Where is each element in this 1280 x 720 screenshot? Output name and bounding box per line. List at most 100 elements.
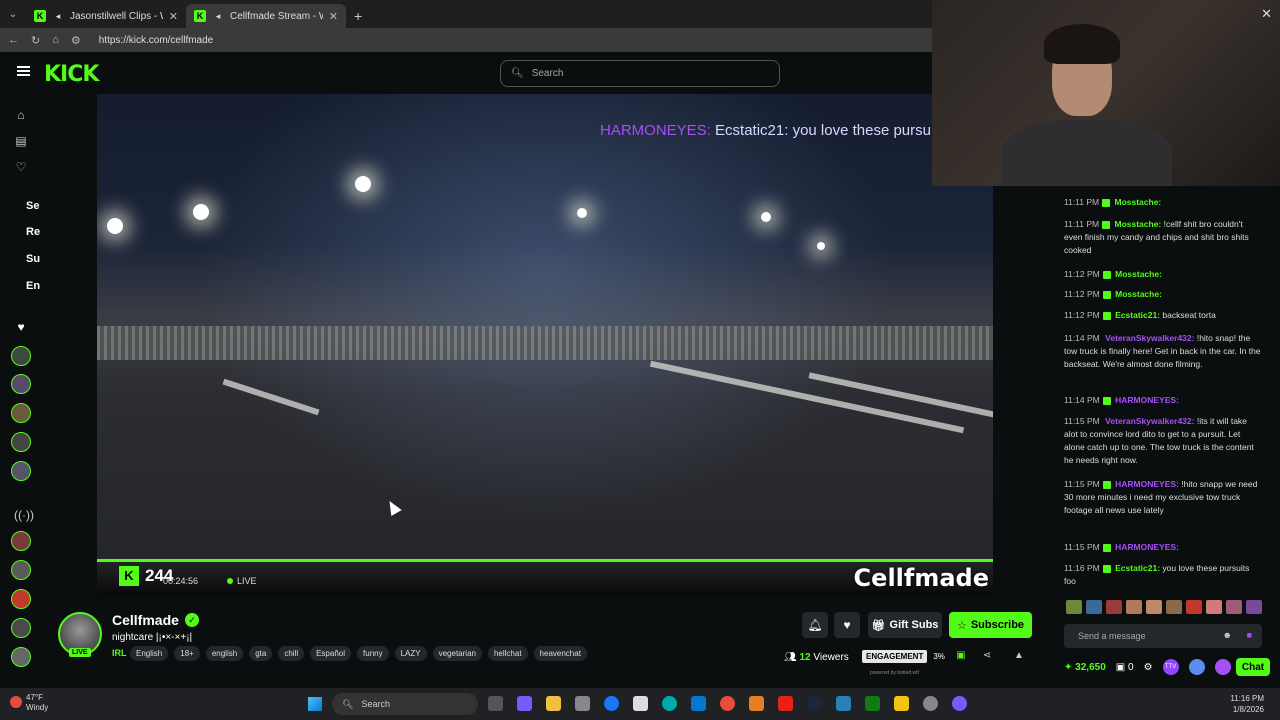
tab-menu-chevron-icon[interactable]: ⌄ bbox=[0, 0, 26, 28]
task-view-icon[interactable] bbox=[488, 696, 503, 711]
kick-logo[interactable]: KICK bbox=[44, 62, 99, 87]
sidebar-item-en[interactable]: En bbox=[26, 280, 40, 292]
emoji-icon[interactable]: ☻ bbox=[1223, 630, 1232, 640]
emote-icon[interactable] bbox=[1166, 600, 1182, 614]
chat-settings-icon[interactable]: ⚙ bbox=[1144, 662, 1153, 673]
emote-icon[interactable] bbox=[1226, 600, 1242, 614]
gift-subs-button[interactable]: 🎁︎ Gift Subs bbox=[868, 612, 942, 638]
site-info-icon[interactable]: ⚙ bbox=[71, 34, 81, 47]
notification-bell-button[interactable]: 🔔︎ bbox=[802, 612, 828, 638]
system-clock[interactable]: 11:16 PM 1/8/2026 bbox=[1230, 693, 1264, 715]
channel-avatar[interactable] bbox=[11, 531, 31, 551]
sidebar-item-re[interactable]: Re bbox=[26, 226, 40, 238]
taskbar-search[interactable]: 🔍︎ Search bbox=[332, 693, 478, 715]
chat-user[interactable]: VeteranSkywalker432: bbox=[1105, 333, 1194, 343]
inventory-count[interactable]: ▣ 0 bbox=[1116, 662, 1134, 673]
channel-avatar[interactable] bbox=[11, 432, 31, 452]
youtube-icon[interactable] bbox=[778, 696, 793, 711]
following-icon[interactable]: ♡ bbox=[14, 160, 28, 174]
emote-icon[interactable] bbox=[1146, 600, 1162, 614]
channel-avatar[interactable] bbox=[11, 403, 31, 423]
app-icon[interactable] bbox=[517, 696, 532, 711]
tag[interactable]: funny bbox=[357, 646, 389, 661]
chat-user[interactable]: Mosstache: bbox=[1115, 197, 1162, 207]
tag[interactable]: chill bbox=[278, 646, 305, 661]
channel-points[interactable]: ✦ 32,650 bbox=[1064, 662, 1106, 673]
weather-alert-icon[interactable] bbox=[10, 696, 22, 708]
tag[interactable]: Español bbox=[310, 646, 352, 661]
video-progress-bar[interactable] bbox=[97, 559, 993, 562]
hamburger-menu-icon[interactable] bbox=[17, 66, 30, 76]
share-icon[interactable]: ⋖ bbox=[980, 650, 994, 664]
steam-icon[interactable] bbox=[807, 696, 822, 711]
channel-avatar[interactable] bbox=[11, 618, 31, 638]
chat-user[interactable]: HARMONEYES: bbox=[1115, 479, 1179, 489]
report-icon[interactable]: ▲ bbox=[1012, 650, 1026, 664]
emote-icon[interactable] bbox=[1126, 600, 1142, 614]
back-icon[interactable]: ← bbox=[8, 34, 19, 46]
emote-icon[interactable] bbox=[1086, 600, 1102, 614]
file-explorer-icon[interactable] bbox=[546, 696, 561, 711]
sidebar-item-su[interactable]: Su bbox=[26, 253, 40, 265]
facebook-icon[interactable] bbox=[604, 696, 619, 711]
home-icon[interactable]: ⌂ bbox=[52, 34, 59, 46]
tab-close-icon[interactable]: ✕ bbox=[329, 10, 338, 23]
browse-icon[interactable]: ▤ bbox=[14, 134, 28, 148]
windows-start-icon[interactable] bbox=[308, 697, 322, 711]
category-link[interactable]: IRL bbox=[112, 648, 127, 658]
weather-widget[interactable]: 47°F Windy bbox=[26, 693, 48, 713]
home-icon[interactable]: ⌂ bbox=[14, 108, 28, 122]
tag[interactable]: vegetarian bbox=[432, 646, 482, 661]
close-window-icon[interactable]: ✕ bbox=[1261, 6, 1272, 22]
extension-button[interactable] bbox=[1214, 659, 1231, 675]
channel-avatar[interactable] bbox=[11, 560, 31, 580]
chat-send-button[interactable]: Chat bbox=[1236, 658, 1270, 676]
chat-user[interactable]: Ecstatic21: bbox=[1115, 310, 1160, 320]
chat-user[interactable]: Mosstache: bbox=[1115, 289, 1162, 299]
ttv-button[interactable]: TTV bbox=[1162, 659, 1179, 675]
amazon-icon[interactable] bbox=[633, 696, 648, 711]
chat-user[interactable]: Mosstache: bbox=[1115, 219, 1162, 229]
chat-user[interactable]: Ecstatic21: bbox=[1115, 563, 1160, 573]
browser-tab-2[interactable]: K ◂ Cellfmade Stream - Watch Liv ✕ bbox=[186, 4, 346, 28]
new-tab-icon[interactable]: + bbox=[354, 8, 362, 24]
emote-icon[interactable] bbox=[1066, 600, 1082, 614]
chrome-icon[interactable] bbox=[720, 696, 735, 711]
edge-icon[interactable] bbox=[662, 696, 677, 711]
xbox-icon[interactable] bbox=[865, 696, 880, 711]
chart-icon[interactable]: ▣ bbox=[954, 650, 968, 664]
chat-user[interactable]: VeteranSkywalker432: bbox=[1105, 416, 1194, 426]
tag[interactable]: english bbox=[205, 646, 244, 661]
extension-button[interactable] bbox=[1188, 659, 1205, 675]
calculator-icon[interactable] bbox=[691, 696, 706, 711]
reload-icon[interactable]: ↻ bbox=[31, 34, 40, 47]
chat-user[interactable]: HARMONEYES: bbox=[1115, 395, 1179, 405]
obs-icon[interactable] bbox=[923, 696, 938, 711]
chat-user[interactable]: Mosstache: bbox=[1115, 269, 1162, 279]
url-field[interactable]: https://kick.com/cellfmade bbox=[99, 35, 213, 46]
notes-icon[interactable] bbox=[894, 696, 909, 711]
app-icon[interactable] bbox=[952, 696, 967, 711]
subscribe-button[interactable]: ☆ Subscribe bbox=[949, 612, 1032, 638]
app-icon[interactable] bbox=[749, 696, 764, 711]
channel-avatar[interactable] bbox=[11, 374, 31, 394]
search-input[interactable]: 🔍︎ Search bbox=[500, 60, 780, 87]
browser-tab-1[interactable]: K ◂ Jasonstilwell Clips - Watch Liv ✕ bbox=[26, 4, 186, 28]
tag[interactable]: LAZY bbox=[394, 646, 427, 661]
tag[interactable]: English bbox=[130, 646, 169, 661]
emote-icon[interactable] bbox=[1186, 600, 1202, 614]
channel-avatar[interactable] bbox=[11, 461, 31, 481]
tag[interactable]: 18+ bbox=[174, 646, 200, 661]
tag[interactable]: heavenchat bbox=[533, 646, 587, 661]
follow-heart-button[interactable]: ♥ bbox=[834, 612, 860, 638]
emote-icon[interactable] bbox=[1206, 600, 1222, 614]
store-icon[interactable] bbox=[575, 696, 590, 711]
video-player[interactable]: HARMONEYES: Ecstatic21: you love these p… bbox=[97, 94, 993, 596]
channel-avatar[interactable] bbox=[11, 647, 31, 667]
channel-name[interactable]: Cellfmade bbox=[112, 612, 179, 628]
tab-close-icon[interactable]: ✕ bbox=[169, 10, 178, 23]
chat-user[interactable]: HARMONEYES: bbox=[1115, 542, 1179, 552]
channel-avatar[interactable] bbox=[11, 589, 31, 609]
tag[interactable]: hellchat bbox=[487, 646, 528, 661]
emote-icon[interactable] bbox=[1106, 600, 1122, 614]
